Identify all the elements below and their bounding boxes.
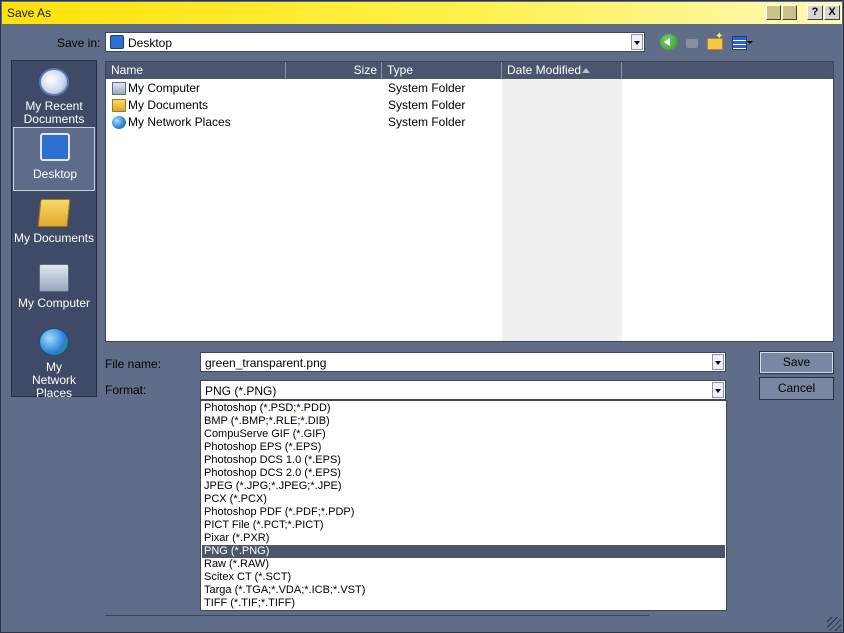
item-name: My Documents: [128, 98, 209, 112]
column-header-size[interactable]: Size: [286, 62, 382, 79]
format-option[interactable]: Photoshop DCS 1.0 (*.EPS): [202, 454, 725, 467]
place-label: My Documents: [13, 231, 95, 245]
file-name-label: File name:: [105, 357, 162, 371]
format-option[interactable]: Pixar (*.PXR): [202, 532, 725, 545]
save-button[interactable]: Save: [759, 351, 834, 374]
desktop-icon: [40, 133, 70, 161]
place-label: My Recent Documents: [23, 99, 85, 126]
up-folder-icon[interactable]: [684, 34, 702, 50]
format-option-selected[interactable]: PNG (*.PNG): [202, 545, 725, 558]
my-computer-icon: [39, 264, 69, 292]
item-type: System Folder: [388, 115, 466, 129]
format-options-list[interactable]: Photoshop (*.PSD;*.PDD) BMP (*.BMP;*.RLE…: [200, 400, 727, 611]
place-my-network-places[interactable]: My Network Places: [13, 323, 95, 400]
list-header: Name Size Type Date Modified: [106, 62, 833, 79]
recent-documents-icon: [39, 68, 69, 96]
save-in-label: Save in:: [57, 36, 101, 50]
file-list[interactable]: Name Size Type Date Modified My Computer…: [105, 61, 834, 342]
chevron-down-icon[interactable]: [712, 354, 724, 370]
place-label: My Network Places: [31, 360, 76, 400]
network-places-icon: [112, 116, 126, 129]
my-documents-icon: [112, 99, 126, 112]
place-label: My Computer: [17, 296, 91, 310]
format-value: PNG (*.PNG): [205, 384, 277, 398]
titlebar-skin-icon[interactable]: [782, 5, 797, 20]
item-name: My Network Places: [128, 115, 231, 129]
format-option[interactable]: Raw (*.RAW): [202, 558, 725, 571]
item-name: My Computer: [128, 81, 201, 95]
title-bar[interactable]: Save As ? X: [2, 2, 842, 24]
column-header-type[interactable]: Type: [382, 62, 502, 79]
format-option[interactable]: PCX (*.PCX): [202, 493, 725, 506]
format-option[interactable]: TIFF (*.TIF;*.TIFF): [202, 597, 725, 610]
format-label: Format:: [105, 383, 147, 397]
format-option[interactable]: Targa (*.TGA;*.VDA;*.ICB;*.VST): [202, 584, 725, 597]
close-button[interactable]: X: [824, 5, 840, 20]
item-type: System Folder: [388, 81, 466, 95]
format-option[interactable]: Photoshop DCS 2.0 (*.EPS): [202, 467, 725, 480]
help-button[interactable]: ?: [807, 5, 823, 20]
resize-grip-icon[interactable]: [827, 617, 841, 631]
save-in-value: Desktop: [128, 36, 173, 50]
chevron-down-icon[interactable]: [712, 382, 724, 398]
format-dropdown[interactable]: PNG (*.PNG): [200, 380, 726, 400]
save-as-dialog: Save As ? X Save in: Desktop My Recent D…: [0, 0, 844, 633]
chevron-down-icon[interactable]: [631, 34, 643, 50]
back-icon[interactable]: [660, 34, 678, 50]
views-menu-icon[interactable]: [731, 34, 753, 50]
item-type: System Folder: [388, 98, 466, 112]
format-option[interactable]: Photoshop EPS (*.EPS): [202, 441, 725, 454]
format-option[interactable]: JPEG (*.JPG;*.JPEG;*.JPE): [202, 480, 725, 493]
format-option[interactable]: Photoshop (*.PSD;*.PDD): [202, 402, 725, 415]
place-label: Desktop: [32, 167, 78, 181]
format-option[interactable]: CompuServe GIF (*.GIF): [202, 428, 725, 441]
place-my-computer[interactable]: My Computer: [13, 259, 95, 323]
new-folder-icon[interactable]: [706, 31, 724, 50]
places-bar: My Recent Documents Desktop My Documents…: [11, 60, 97, 400]
place-desktop[interactable]: Desktop: [13, 127, 95, 191]
list-item[interactable]: My Computer System Folder: [106, 80, 833, 97]
file-name-value: green_transparent.png: [205, 356, 327, 370]
list-item[interactable]: My Network Places System Folder: [106, 114, 833, 131]
my-computer-icon: [112, 82, 126, 95]
format-option[interactable]: Scitex CT (*.SCT): [202, 571, 725, 584]
titlebar-extra-icon[interactable]: [766, 5, 781, 20]
save-in-dropdown[interactable]: Desktop: [105, 32, 645, 52]
place-my-documents[interactable]: My Documents: [13, 194, 95, 258]
window-title: Save As: [7, 6, 52, 20]
network-places-icon: [39, 328, 69, 356]
column-header-name[interactable]: Name: [106, 62, 286, 79]
desktop-icon: [110, 35, 124, 49]
my-documents-icon: [37, 199, 71, 227]
format-option[interactable]: PICT File (*.PCT;*.PICT): [202, 519, 725, 532]
cancel-button[interactable]: Cancel: [759, 377, 834, 400]
column-header-date-modified[interactable]: Date Modified: [502, 62, 622, 79]
divider: [105, 613, 649, 616]
format-option[interactable]: BMP (*.BMP;*.RLE;*.DIB): [202, 415, 725, 428]
list-item[interactable]: My Documents System Folder: [106, 97, 833, 114]
place-my-recent-documents[interactable]: My Recent Documents: [13, 63, 95, 127]
file-name-field[interactable]: green_transparent.png: [200, 352, 726, 372]
sort-ascending-icon: [582, 68, 590, 73]
format-option[interactable]: Photoshop PDF (*.PDF;*.PDP): [202, 506, 725, 519]
